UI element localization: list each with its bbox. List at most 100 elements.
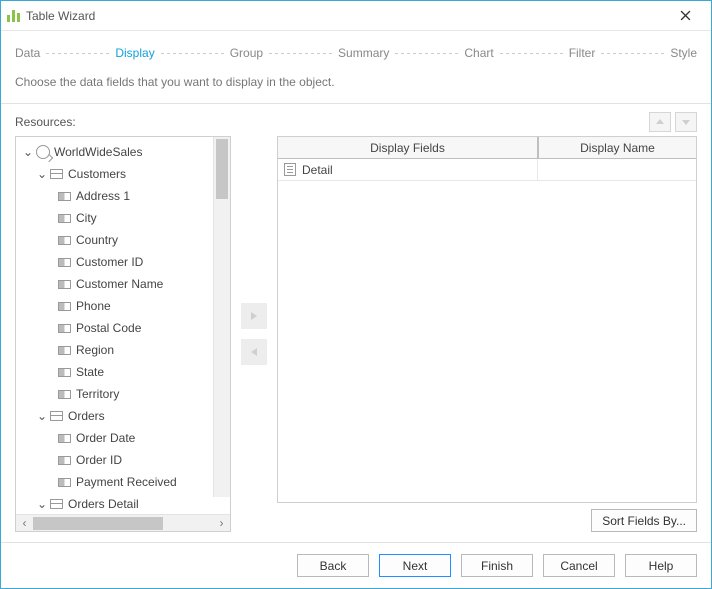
resources-tree-panel: ⌄ WorldWideSales ⌄ Customers Address 1 C… bbox=[15, 136, 231, 532]
table-body: Detail bbox=[278, 159, 696, 502]
table-wizard-window: Table Wizard Data Display Group Summary … bbox=[0, 0, 712, 589]
field-icon bbox=[58, 236, 71, 245]
step-group[interactable]: Group bbox=[230, 46, 263, 60]
tree-root-label: WorldWideSales bbox=[54, 141, 142, 163]
add-field-button[interactable] bbox=[241, 303, 267, 329]
arrow-down-icon bbox=[681, 117, 691, 127]
move-down-button[interactable] bbox=[675, 112, 697, 132]
tree-field[interactable]: Postal Code bbox=[18, 317, 230, 339]
scrollbar-track[interactable] bbox=[33, 517, 213, 530]
tree-field[interactable]: Country bbox=[18, 229, 230, 251]
resources-label: Resources: bbox=[15, 115, 76, 129]
display-fields-table: Display Fields Display Name Detail bbox=[277, 136, 697, 503]
tree-field[interactable]: Phone bbox=[18, 295, 230, 317]
tree-field[interactable]: Region bbox=[18, 339, 230, 361]
cell-value: Detail bbox=[302, 163, 333, 177]
expand-toggle[interactable]: ⌄ bbox=[36, 493, 48, 514]
scrollbar-thumb[interactable] bbox=[33, 517, 163, 530]
col-display-name[interactable]: Display Name bbox=[538, 137, 696, 159]
step-separator bbox=[46, 53, 109, 54]
tree-field[interactable]: City bbox=[18, 207, 230, 229]
wizard-footer: Back Next Finish Cancel Help bbox=[1, 542, 711, 588]
titlebar: Table Wizard bbox=[1, 1, 711, 31]
horizontal-scrollbar[interactable]: ‹ › bbox=[16, 514, 230, 531]
table-row[interactable]: Detail bbox=[278, 159, 696, 181]
field-icon bbox=[58, 456, 71, 465]
columns: ⌄ WorldWideSales ⌄ Customers Address 1 C… bbox=[15, 136, 697, 532]
field-icon bbox=[58, 280, 71, 289]
step-style[interactable]: Style bbox=[670, 46, 697, 60]
step-chart[interactable]: Chart bbox=[464, 46, 493, 60]
next-button[interactable]: Next bbox=[379, 554, 451, 577]
cell-display-name[interactable] bbox=[538, 159, 696, 181]
instruction-text: Choose the data fields that you want to … bbox=[1, 75, 711, 103]
step-filter[interactable]: Filter bbox=[569, 46, 596, 60]
window-title: Table Wizard bbox=[26, 9, 95, 23]
resources-header-row: Resources: bbox=[15, 112, 697, 132]
main-area: Resources: ⌄ WorldWideSales bbox=[1, 112, 711, 532]
step-summary[interactable]: Summary bbox=[338, 46, 389, 60]
arrow-up-icon bbox=[655, 117, 665, 127]
field-icon bbox=[58, 302, 71, 311]
tree-group-label: Customers bbox=[68, 163, 126, 185]
finish-button[interactable]: Finish bbox=[461, 554, 533, 577]
arrow-left-icon bbox=[248, 346, 260, 358]
expand-toggle[interactable]: ⌄ bbox=[36, 405, 48, 427]
field-icon bbox=[58, 478, 71, 487]
step-separator bbox=[601, 53, 664, 54]
table-icon bbox=[50, 499, 63, 509]
expand-toggle[interactable]: ⌄ bbox=[36, 163, 48, 185]
scrollbar-thumb[interactable] bbox=[216, 139, 228, 199]
field-icon bbox=[58, 390, 71, 399]
col-display-fields[interactable]: Display Fields bbox=[278, 137, 538, 159]
remove-field-button[interactable] bbox=[241, 339, 267, 365]
tree-field[interactable]: Territory bbox=[18, 383, 230, 405]
tree-field[interactable]: Order ID bbox=[18, 449, 230, 471]
tree-root[interactable]: ⌄ WorldWideSales bbox=[18, 141, 230, 163]
step-data[interactable]: Data bbox=[15, 46, 40, 60]
expand-toggle[interactable]: ⌄ bbox=[22, 141, 34, 163]
tree-group-customers[interactable]: ⌄ Customers bbox=[18, 163, 230, 185]
back-button[interactable]: Back bbox=[297, 554, 369, 577]
tree-field[interactable]: Address 1 bbox=[18, 185, 230, 207]
vertical-scrollbar[interactable] bbox=[213, 137, 230, 497]
field-icon bbox=[58, 324, 71, 333]
wizard-step-bar: Data Display Group Summary Chart Filter … bbox=[1, 31, 711, 75]
app-icon bbox=[7, 10, 20, 22]
step-display[interactable]: Display bbox=[115, 46, 154, 60]
detail-icon bbox=[284, 163, 296, 176]
datasource-icon bbox=[36, 145, 50, 159]
step-separator bbox=[269, 53, 332, 54]
scroll-right-icon[interactable]: › bbox=[213, 515, 230, 532]
close-button[interactable] bbox=[665, 2, 705, 30]
tree-field[interactable]: Order Date bbox=[18, 427, 230, 449]
tree-field[interactable]: State bbox=[18, 361, 230, 383]
tree-group-label: Orders Detail bbox=[68, 493, 139, 514]
transfer-buttons bbox=[241, 136, 267, 532]
table-icon bbox=[50, 411, 63, 421]
scroll-left-icon[interactable]: ‹ bbox=[16, 515, 33, 532]
tree-field[interactable]: Payment Received bbox=[18, 471, 230, 493]
divider bbox=[1, 103, 711, 104]
table-header: Display Fields Display Name bbox=[278, 137, 696, 159]
step-separator bbox=[161, 53, 224, 54]
tree-field[interactable]: Customer Name bbox=[18, 273, 230, 295]
cancel-button[interactable]: Cancel bbox=[543, 554, 615, 577]
field-icon bbox=[58, 434, 71, 443]
field-icon bbox=[58, 214, 71, 223]
tree-field[interactable]: Customer ID bbox=[18, 251, 230, 273]
close-icon bbox=[680, 10, 691, 21]
sort-fields-by-button[interactable]: Sort Fields By... bbox=[591, 509, 697, 532]
field-icon bbox=[58, 258, 71, 267]
display-fields-panel: Display Fields Display Name Detail bbox=[277, 136, 697, 532]
tree-scroll[interactable]: ⌄ WorldWideSales ⌄ Customers Address 1 C… bbox=[16, 137, 230, 514]
step-separator bbox=[395, 53, 458, 54]
tree-group-label: Orders bbox=[68, 405, 105, 427]
help-button[interactable]: Help bbox=[625, 554, 697, 577]
tree-group-orders-detail[interactable]: ⌄ Orders Detail bbox=[18, 493, 230, 514]
move-up-button[interactable] bbox=[649, 112, 671, 132]
table-icon bbox=[50, 169, 63, 179]
cell-display-field: Detail bbox=[278, 159, 538, 181]
tree-group-orders[interactable]: ⌄ Orders bbox=[18, 405, 230, 427]
arrow-right-icon bbox=[248, 310, 260, 322]
